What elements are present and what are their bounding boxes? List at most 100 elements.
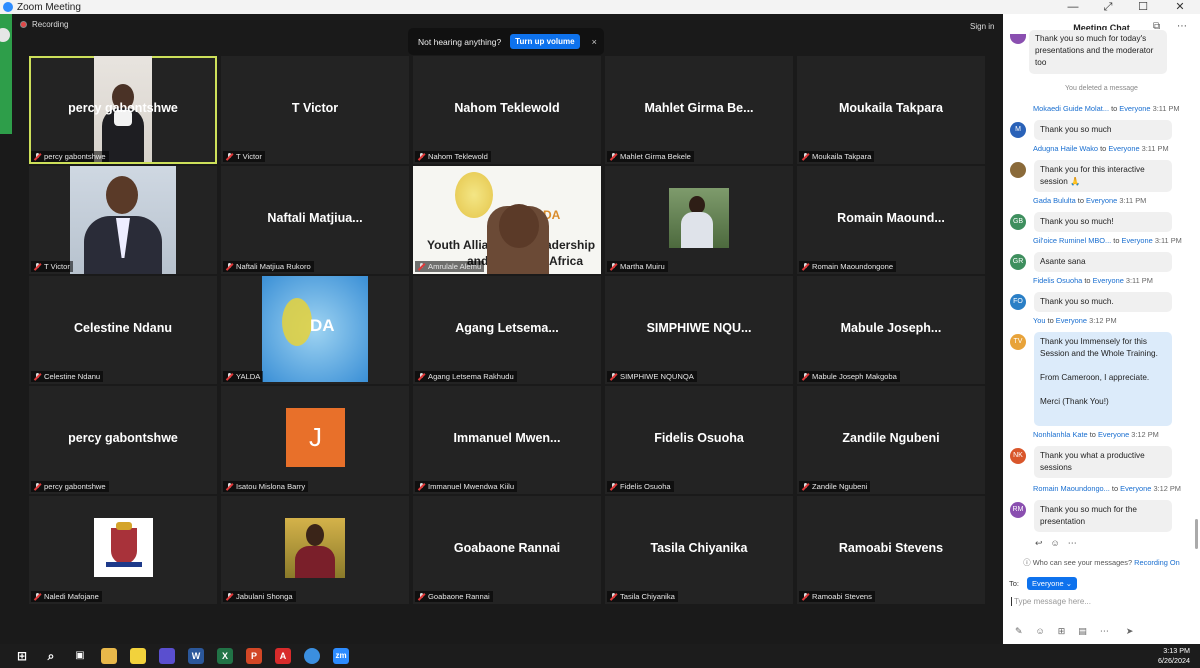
recipient-name[interactable]: Everyone xyxy=(1122,236,1153,245)
sender-name[interactable]: Gil'oice Ruminel MBO... xyxy=(1033,236,1111,245)
muted-mic-icon xyxy=(34,372,41,381)
excel-icon[interactable]: X xyxy=(217,648,233,664)
avatar[interactable]: FO xyxy=(1010,294,1026,310)
avatar[interactable]: M xyxy=(1010,122,1026,138)
recipient-name[interactable]: Everyone xyxy=(1086,196,1117,205)
windows-start-icon[interactable]: ⊞ xyxy=(14,648,30,664)
chat-input[interactable]: Type message here... xyxy=(1011,597,1091,606)
sender-name[interactable]: You xyxy=(1033,316,1045,325)
participant-tile[interactable]: Zandile Ngubeni Zandile Ngubeni xyxy=(797,386,985,494)
participant-tile[interactable]: SIMPHIWE NQU... SIMPHIWE NQUNQA xyxy=(605,276,793,384)
powerpoint-icon[interactable]: P xyxy=(246,648,262,664)
clock-date: 6/26/2024 xyxy=(1158,656,1190,665)
participant-tile[interactable]: percy gabontshwe percy gabontshwe xyxy=(29,56,217,164)
avatar[interactable]: TV xyxy=(1010,334,1026,350)
sender-name[interactable]: Romain Maoundongo... xyxy=(1033,484,1110,493)
avatar[interactable] xyxy=(1010,162,1026,178)
close-banner-icon[interactable]: × xyxy=(592,37,597,47)
participant-tile[interactable]: Naledi Mafojane xyxy=(29,496,217,604)
recipient-dropdown[interactable]: Everyone ⌄ xyxy=(1027,577,1078,590)
recipient-name[interactable]: Everyone xyxy=(1093,276,1124,285)
sender-name[interactable]: Mokaedi Guide Molat... xyxy=(1033,104,1109,113)
participant-tile[interactable]: Fidelis Osuoha Fidelis Osuoha xyxy=(605,386,793,494)
acrobat-icon[interactable]: A xyxy=(275,648,291,664)
task-view-icon[interactable]: ▣ xyxy=(72,648,88,664)
muted-mic-icon xyxy=(226,152,233,161)
search-icon[interactable]: ⌕ xyxy=(43,648,59,664)
avatar[interactable]: GB xyxy=(1010,214,1026,230)
avatar[interactable]: GR xyxy=(1010,254,1026,270)
chat-bubble: Thank you so much! xyxy=(1034,212,1172,232)
participant-tile[interactable]: Celestine Ndanu Celestine Ndanu xyxy=(29,276,217,384)
recipient-name[interactable]: Everyone xyxy=(1056,316,1087,325)
app-icon[interactable] xyxy=(159,648,175,664)
participant-tile[interactable]: Immanuel Mwen... Immanuel Mwendwa Kiilu xyxy=(413,386,601,494)
sender-name[interactable]: Nonhlanhla Kate xyxy=(1033,430,1088,439)
system-clock[interactable]: 3:13 PM 6/26/2024 xyxy=(1158,646,1190,666)
chat-scrollbar[interactable] xyxy=(1195,519,1198,549)
more-toolbar-icon[interactable]: ⋯ xyxy=(1100,626,1109,637)
participant-tile[interactable]: Moukaila Takpara Moukaila Takpara xyxy=(797,56,985,164)
participant-tile[interactable]: percy gabontshwe percy gabontshwe xyxy=(29,386,217,494)
send-icon[interactable]: ➤ xyxy=(1126,626,1134,637)
emoji-icon[interactable]: ☺ xyxy=(1036,626,1045,637)
sign-in-link[interactable]: Sign in xyxy=(970,22,994,31)
participant-tile[interactable]: Goabaone Rannai Goabaone Rannai xyxy=(413,496,601,604)
participant-tile[interactable]: Ramoabi Stevens Ramoabi Stevens xyxy=(797,496,985,604)
sticky-notes-icon[interactable] xyxy=(130,648,146,664)
participant-tile[interactable]: J Isatou Mislona Barry xyxy=(221,386,409,494)
sender-name[interactable]: Fidelis Osuoha xyxy=(1033,276,1082,285)
message-actions: ↩ ☺ ⋯ xyxy=(1035,538,1077,549)
more-options-icon[interactable]: ⋯ xyxy=(1177,21,1187,32)
participant-tile[interactable]: Agang Letsema... Agang Letsema Rakhudu xyxy=(413,276,601,384)
chrome-icon[interactable] xyxy=(304,648,320,664)
participant-label: Tasila Chiyanika xyxy=(607,591,678,602)
participant-tile[interactable]: DA YALDA xyxy=(221,276,409,384)
avatar[interactable]: RM xyxy=(1010,502,1026,518)
recipient-name[interactable]: Everyone xyxy=(1108,144,1139,153)
participant-tile[interactable]: Mahlet Girma Be... Mahlet Girma Bekele xyxy=(605,56,793,164)
more-icon[interactable]: ⋯ xyxy=(1068,538,1077,549)
fullscreen-button[interactable]: ⤢ xyxy=(1090,0,1126,14)
participant-tile[interactable]: Jabulani Shonga xyxy=(221,496,409,604)
minimize-button[interactable]: — xyxy=(1055,0,1091,14)
sender-name[interactable]: Gada Bululta xyxy=(1033,196,1076,205)
muted-mic-icon xyxy=(34,262,41,271)
participant-tile[interactable]: Romain Maound... Romain Maoundongone xyxy=(797,166,985,274)
chat-visibility-notice[interactable]: ⓘ Who can see your messages? Recording O… xyxy=(1003,557,1200,568)
chat-message-meta: Adugna Haile Wako to Everyone 3:11 PM xyxy=(1033,144,1169,153)
file-icon[interactable]: ▤ xyxy=(1078,626,1087,637)
emoji-reaction-icon[interactable]: ☺ xyxy=(1051,538,1060,549)
word-icon[interactable]: W xyxy=(188,648,204,664)
recipient-name[interactable]: Everyone xyxy=(1098,430,1129,439)
chat-toolbar: ✎ ☺ ⊞ ▤ ⋯ ➤ xyxy=(1015,626,1133,637)
muted-mic-icon xyxy=(802,372,809,381)
zoom-taskbar-icon[interactable]: zm xyxy=(333,648,349,664)
file-explorer-icon[interactable] xyxy=(101,648,117,664)
format-icon[interactable]: ✎ xyxy=(1015,626,1023,637)
participant-label: Agang Letsema Rakhudu xyxy=(415,371,517,382)
reply-icon[interactable]: ↩ xyxy=(1035,538,1043,549)
participant-tile[interactable]: Naftali Matjiua... Naftali Matjiua Rukoro xyxy=(221,166,409,274)
crest-image xyxy=(94,518,153,577)
participant-label-text: T Victor xyxy=(236,152,262,161)
sender-name[interactable]: Adugna Haile Wako xyxy=(1033,144,1098,153)
recording-on-link[interactable]: Recording On xyxy=(1134,558,1180,567)
participant-tile[interactable]: Nahom Teklewold Nahom Teklewold xyxy=(413,56,601,164)
participant-tile[interactable]: DAYouth AllianLeadershipand DeAfricaAmru… xyxy=(413,166,601,274)
screenshot-icon[interactable]: ⊞ xyxy=(1058,626,1066,637)
participant-tile[interactable]: Martha Muiru xyxy=(605,166,793,274)
muted-mic-icon xyxy=(418,592,425,601)
turn-up-volume-button[interactable]: Turn up volume xyxy=(510,34,580,49)
maximize-button[interactable]: ☐ xyxy=(1125,0,1161,14)
recipient-name[interactable]: Everyone xyxy=(1120,484,1151,493)
recipient-name[interactable]: Everyone xyxy=(1119,104,1150,113)
participant-tile[interactable]: T Victor T Victor xyxy=(221,56,409,164)
avatar[interactable]: NK xyxy=(1010,448,1026,464)
message-time: 3:11 PM xyxy=(1141,144,1169,153)
participant-tile[interactable]: Tasila Chiyanika Tasila Chiyanika xyxy=(605,496,793,604)
close-window-button[interactable]: ✕ xyxy=(1162,0,1198,14)
participant-tile[interactable]: Mabule Joseph... Mabule Joseph Makgoba xyxy=(797,276,985,384)
recording-indicator[interactable]: Recording xyxy=(20,20,68,29)
participant-tile[interactable]: T Victor xyxy=(29,166,217,274)
